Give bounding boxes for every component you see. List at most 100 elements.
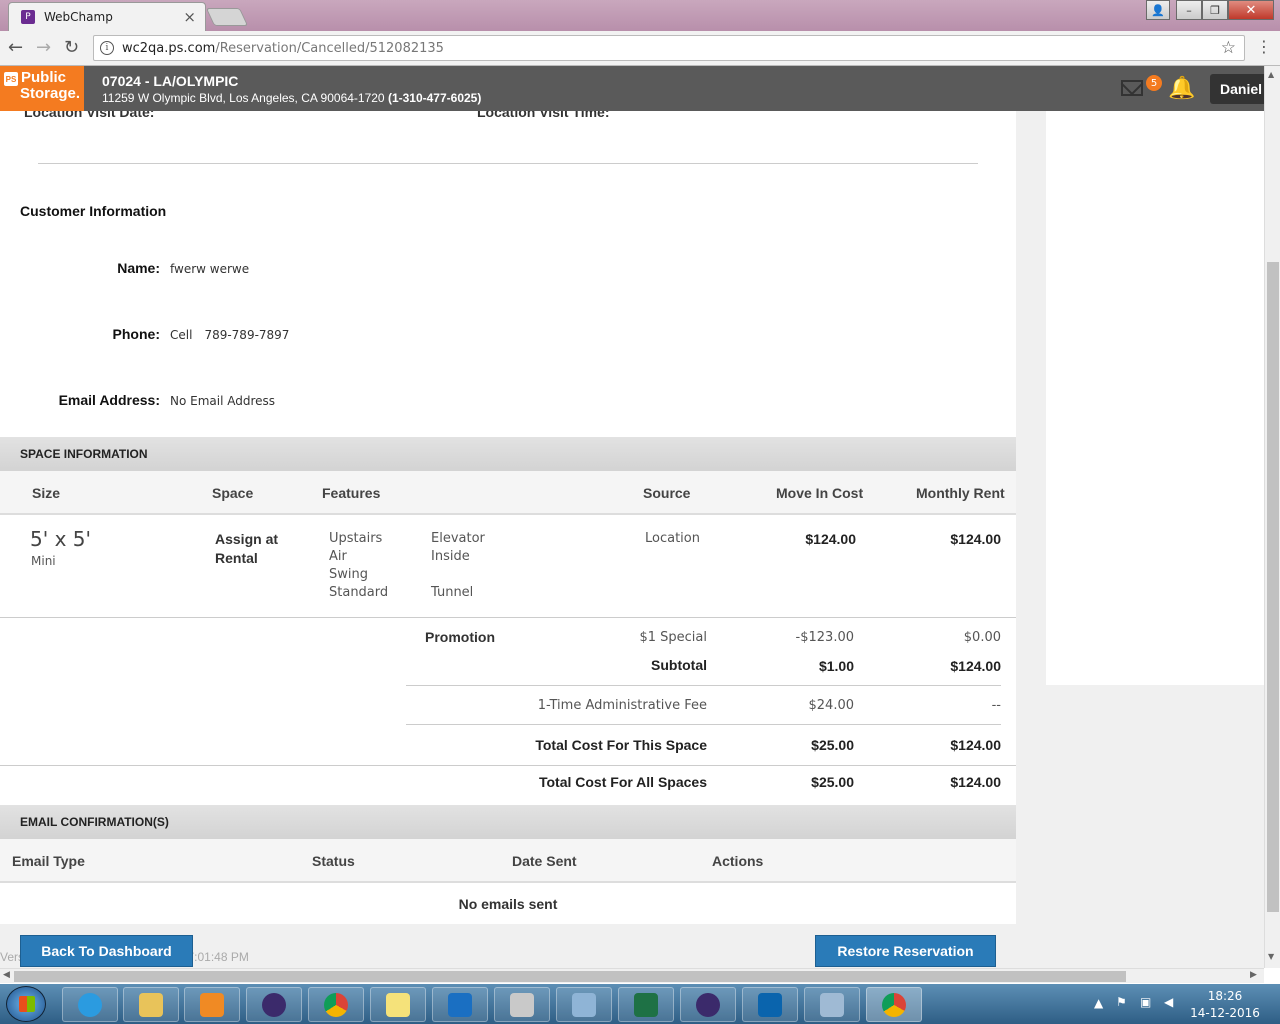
phone-number: 789-789-7897 xyxy=(204,328,290,342)
browser-menu-icon[interactable]: ⋮ xyxy=(1256,37,1272,56)
feature-item: Swing xyxy=(329,567,368,582)
promotion-label: Promotion xyxy=(425,629,495,645)
col-email-type: Email Type xyxy=(12,853,85,869)
site-info-icon[interactable]: i xyxy=(100,41,114,55)
file-explorer-icon[interactable] xyxy=(123,987,179,1022)
bookmark-star-icon[interactable]: ☆ xyxy=(1221,38,1236,58)
email-label: Email Address: xyxy=(58,392,160,408)
col-move-in: Move In Cost xyxy=(776,485,864,501)
ps-logo-mark-icon: PS xyxy=(4,72,18,86)
taskbar-clock[interactable]: 18:26 14-12-2016 xyxy=(1188,988,1262,1022)
customer-info-title: Customer Information xyxy=(20,203,167,219)
scroll-left-icon[interactable]: ◀ xyxy=(3,970,10,980)
store-code: 07024 - LA/OLYMPIC xyxy=(102,73,239,89)
restore-reservation-button[interactable]: Restore Reservation xyxy=(815,935,996,967)
col-monthly: Monthly Rent xyxy=(916,485,1005,501)
back-arrow-icon[interactable]: ← xyxy=(8,37,23,58)
space-move-in: $124.00 xyxy=(805,531,856,547)
public-storage-logo[interactable]: PS Public Storage. xyxy=(0,66,84,111)
total-all-monthly: $124.00 xyxy=(950,774,1001,790)
snipping-tool-icon[interactable] xyxy=(494,987,550,1022)
promotion-name: $1 Special xyxy=(639,630,707,645)
right-sidebar-panel xyxy=(1046,111,1264,685)
store-phone: (1-310-477-6025) xyxy=(387,91,482,105)
scroll-up-icon[interactable]: ▲ xyxy=(1268,70,1274,79)
restore-button[interactable]: ❐ xyxy=(1202,0,1228,20)
outlook-icon[interactable] xyxy=(742,987,798,1022)
email-value: No Email Address xyxy=(170,394,276,408)
user-menu-button[interactable]: Daniel xyxy=(1210,74,1264,104)
space-size-type: Mini xyxy=(31,554,56,568)
volume-icon[interactable]: ◀ xyxy=(1164,995,1173,1009)
bell-icon[interactable]: 🔔 xyxy=(1168,76,1195,101)
total-all-label: Total Cost For All Spaces xyxy=(538,774,707,790)
scroll-down-icon[interactable]: ▼ xyxy=(1268,952,1274,961)
divider xyxy=(38,163,978,164)
lync-icon[interactable] xyxy=(432,987,488,1022)
windows-taskbar: ▲ ⚑ ▣ ◀ 18:26 14-12-2016 xyxy=(0,984,1280,1024)
url-text: wc2qa.ps.com/Reservation/Cancelled/51208… xyxy=(122,40,444,56)
forward-arrow-icon[interactable]: → xyxy=(36,37,51,58)
admin-fee-move-in: $24.00 xyxy=(808,698,855,713)
feature-item: Standard xyxy=(329,585,389,600)
space-assign-line2: Rental xyxy=(215,550,258,566)
new-tab-button[interactable] xyxy=(205,8,249,26)
minimize-button[interactable]: – xyxy=(1176,0,1202,20)
col-features: Features xyxy=(322,485,381,501)
subtotal-monthly: $124.00 xyxy=(950,658,1001,674)
back-to-dashboard-button[interactable]: Back To Dashboard xyxy=(20,935,193,967)
network-icon[interactable]: ▣ xyxy=(1140,995,1151,1009)
space-table-header: Size Space Features Source Move In Cost … xyxy=(0,471,1016,515)
clock-date: 14-12-2016 xyxy=(1190,1006,1260,1020)
col-status: Status xyxy=(312,853,355,869)
feature-item: Elevator xyxy=(431,531,485,546)
sticky-notes-icon[interactable] xyxy=(370,987,426,1022)
space-assign-line1: Assign at xyxy=(215,531,279,547)
chrome-icon[interactable] xyxy=(308,987,364,1022)
vertical-scrollbar[interactable]: ▲ ▼ xyxy=(1264,66,1280,968)
total-space-label: Total Cost For This Space xyxy=(535,737,707,753)
horizontal-scroll-thumb[interactable] xyxy=(14,971,1126,982)
logo-text-line2: Storage. xyxy=(20,85,81,102)
space-source: Location xyxy=(645,531,700,546)
total-space-monthly: $124.00 xyxy=(950,737,1001,753)
divider xyxy=(0,617,1016,618)
col-source: Source xyxy=(643,485,691,501)
promotion-move-in: -$123.00 xyxy=(795,630,854,645)
divider xyxy=(406,724,1001,725)
scroll-right-icon[interactable]: ▶ xyxy=(1250,970,1257,980)
mail-icon[interactable] xyxy=(1121,80,1143,96)
phone-tool-icon[interactable] xyxy=(804,987,860,1022)
vertical-scroll-thumb[interactable] xyxy=(1267,262,1279,912)
reservation-main: Location Visit Date: Location Visit Time… xyxy=(0,111,1016,946)
url-input[interactable]: i wc2qa.ps.com/Reservation/Cancelled/512… xyxy=(93,35,1245,61)
horizontal-scrollbar[interactable]: ◀ ▶ xyxy=(0,968,1264,983)
admin-fee-label: 1-Time Administrative Fee xyxy=(537,698,707,713)
col-size: Size xyxy=(32,485,61,501)
eclipse-2-icon[interactable] xyxy=(680,987,736,1022)
col-date-sent: Date Sent xyxy=(512,853,577,869)
sql-tool-icon[interactable] xyxy=(556,987,612,1022)
browser-tab[interactable]: P WebChamp × xyxy=(8,2,206,31)
user-profile-icon[interactable]: 👤 xyxy=(1146,0,1170,20)
total-space-move-in: $25.00 xyxy=(811,737,854,753)
media-player-icon[interactable] xyxy=(184,987,240,1022)
windows-logo-icon xyxy=(19,996,35,1012)
tray-expand-icon[interactable]: ▲ xyxy=(1094,996,1103,1010)
subtotal-move-in: $1.00 xyxy=(818,658,854,674)
internet-explorer-icon[interactable] xyxy=(62,987,118,1022)
excel-icon[interactable] xyxy=(618,987,674,1022)
start-button[interactable] xyxy=(6,986,46,1022)
admin-fee-monthly: -- xyxy=(991,698,1001,713)
action-center-flag-icon[interactable]: ⚑ xyxy=(1116,995,1127,1009)
total-all-move-in: $25.00 xyxy=(811,774,854,790)
tab-title: WebChamp xyxy=(44,10,113,24)
clock-time: 18:26 xyxy=(1207,989,1243,1003)
col-space: Space xyxy=(212,485,254,501)
eclipse-icon[interactable] xyxy=(246,987,302,1022)
tab-close-icon[interactable]: × xyxy=(183,8,196,26)
close-window-button[interactable]: ✕ xyxy=(1228,0,1274,20)
reload-icon[interactable]: ↻ xyxy=(64,37,79,58)
chrome-active-icon[interactable] xyxy=(866,987,922,1022)
subtotal-label: Subtotal xyxy=(651,657,707,673)
